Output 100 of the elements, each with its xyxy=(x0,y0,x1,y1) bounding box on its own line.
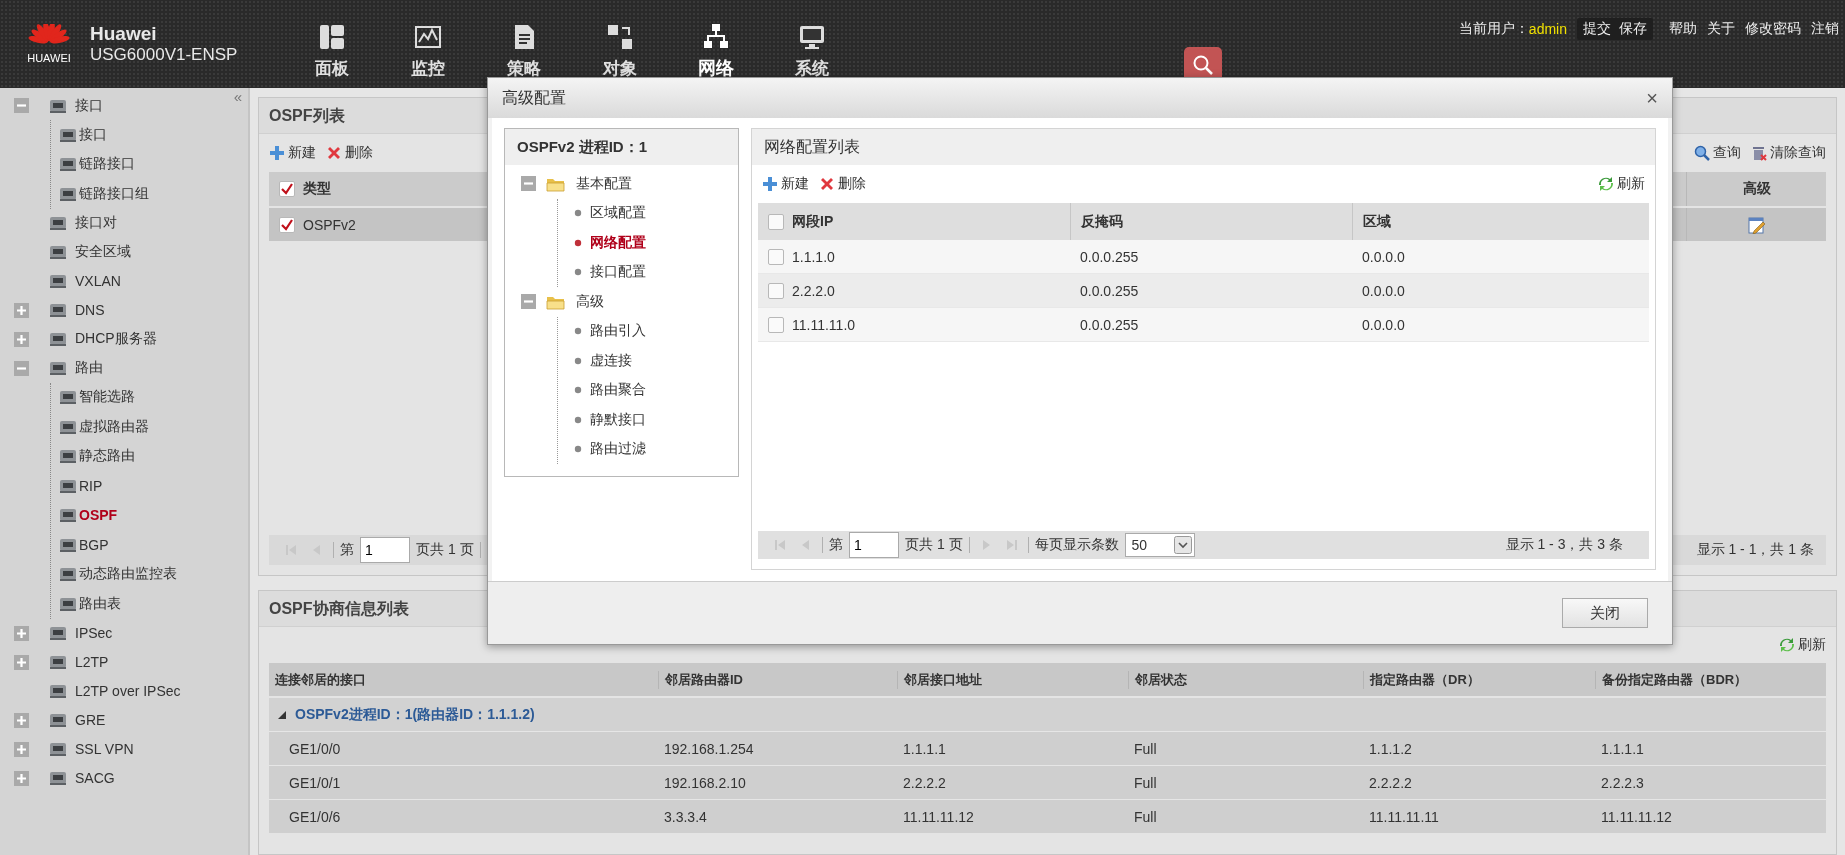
collapse-toggle[interactable] xyxy=(14,98,29,113)
last-page-icon[interactable] xyxy=(1004,538,1019,552)
sidebar-item[interactable]: 接口 xyxy=(75,96,103,115)
device-icon xyxy=(59,155,77,174)
sidebar-item[interactable]: 路由 xyxy=(75,359,103,377)
sidebar-item[interactable]: VXLAN xyxy=(75,273,121,289)
caret-icon[interactable] xyxy=(277,709,287,720)
tree-item[interactable]: 接口配置 xyxy=(590,263,646,282)
tree-item[interactable]: 静默接口 xyxy=(590,410,646,429)
sidebar-item[interactable]: IPSec xyxy=(75,625,113,641)
device-icon xyxy=(49,272,67,290)
nav-tab[interactable]: 监控 xyxy=(380,23,476,80)
tree-item[interactable]: 虚连接 xyxy=(590,351,632,370)
collapse-toggle[interactable] xyxy=(14,360,29,376)
brand-name: Huawei xyxy=(90,23,158,45)
sidebar-item[interactable]: 虚拟路由器 xyxy=(79,417,149,436)
collapse-toggle[interactable] xyxy=(521,176,536,192)
user-name: admin xyxy=(1528,21,1567,37)
page-field[interactable]: 1 xyxy=(360,537,410,563)
nav-tab[interactable]: 对象 xyxy=(572,23,668,80)
close-dialog-button[interactable]: 关闭 xyxy=(1562,598,1648,628)
expand-toggle[interactable] xyxy=(14,712,29,728)
sidebar-item[interactable]: 接口 xyxy=(79,125,107,144)
sidebar-item[interactable]: SACG xyxy=(75,770,115,786)
tree-item[interactable]: 基本配置 xyxy=(576,174,632,193)
refresh-button[interactable]: 刷新 xyxy=(1779,636,1826,654)
table-cell-text: 192.168.1.254 xyxy=(663,740,755,757)
delete-button[interactable]: 删除 xyxy=(819,175,866,193)
device-icon xyxy=(49,682,67,700)
network-icon xyxy=(702,22,730,50)
new-button[interactable]: 新建 xyxy=(762,175,809,193)
header-link[interactable]: 注销 xyxy=(1811,20,1839,38)
table-cell-text: Full xyxy=(1133,774,1158,791)
sidebar-item[interactable]: OSPF xyxy=(79,507,118,524)
table-cell-text: 2.2.2.2 xyxy=(1368,774,1413,791)
tree-item[interactable]: 高级 xyxy=(576,292,604,311)
page-label: 第 xyxy=(340,541,354,559)
checkbox[interactable] xyxy=(279,216,295,233)
bullet-icon xyxy=(574,445,582,454)
header-link[interactable]: 保存 xyxy=(1619,20,1647,38)
select-all-checkbox[interactable] xyxy=(768,213,784,230)
nav-tab[interactable]: 网络 xyxy=(668,22,764,80)
sidebar-item[interactable]: 智能选路 xyxy=(79,388,135,407)
sidebar-item[interactable]: BGP xyxy=(79,536,109,553)
sidebar-item[interactable]: GRE xyxy=(75,712,106,728)
sidebar-item[interactable]: L2TP xyxy=(75,654,109,670)
sidebar-item[interactable]: RIP xyxy=(79,477,103,494)
page-field[interactable]: 1 xyxy=(849,532,899,558)
table-cell: 0.0.0.255 xyxy=(1080,248,1139,265)
bullet-icon xyxy=(574,415,582,424)
tree-item[interactable]: 网络配置 xyxy=(590,233,646,252)
sidebar-item[interactable]: 链路接口组 xyxy=(79,184,149,203)
column-header: 反掩码 xyxy=(1081,212,1123,231)
checkmark-icon xyxy=(281,218,293,231)
table-cell: 0.0.0.0 xyxy=(1362,282,1405,299)
tree-item[interactable]: 路由过滤 xyxy=(590,440,646,459)
sidebar-item[interactable]: 路由表 xyxy=(79,594,121,613)
expand-toggle[interactable] xyxy=(14,741,29,757)
device-icon xyxy=(49,301,67,319)
table-cell: 1.1.1.0 xyxy=(792,248,835,265)
bullet-icon xyxy=(574,327,582,336)
clear-query-button[interactable]: 清除查询 xyxy=(1751,144,1826,162)
sidebar-item[interactable]: 动态路由监控表 xyxy=(79,565,177,584)
expand-toggle[interactable] xyxy=(14,302,29,318)
expand-toggle[interactable] xyxy=(14,770,29,786)
select-all-checkbox[interactable] xyxy=(279,181,295,197)
sidebar-item[interactable]: 链路接口 xyxy=(79,155,135,174)
expand-toggle[interactable] xyxy=(14,331,29,347)
sidebar-item[interactable]: 静态路由 xyxy=(79,447,135,466)
bullet-icon xyxy=(574,238,582,247)
checkbox[interactable] xyxy=(768,248,784,265)
header-link[interactable]: 关于 xyxy=(1707,20,1735,38)
query-button[interactable]: 查询 xyxy=(1694,144,1741,162)
collapse-toggle[interactable] xyxy=(521,294,536,310)
header-link[interactable]: 帮助 xyxy=(1669,20,1697,38)
first-page-icon[interactable] xyxy=(773,538,787,552)
header-link[interactable]: 提交 xyxy=(1583,20,1611,38)
checkbox[interactable] xyxy=(768,316,784,333)
tree-item[interactable]: 路由聚合 xyxy=(590,381,646,400)
sidebar-item[interactable]: SSL VPN xyxy=(75,741,134,757)
new-button[interactable]: 新建 xyxy=(269,144,316,162)
refresh-button[interactable]: 刷新 xyxy=(1598,175,1645,193)
tree-item[interactable]: 区域配置 xyxy=(590,204,646,223)
edit-icon[interactable] xyxy=(1747,215,1766,234)
sidebar-item[interactable]: DHCP服务器 xyxy=(75,330,157,348)
trash-icon xyxy=(1751,145,1767,161)
page-size-dropdown[interactable]: 50 xyxy=(1124,533,1195,557)
sidebar-item[interactable]: 安全区域 xyxy=(75,243,131,261)
delete-button[interactable]: 删除 xyxy=(326,144,373,162)
expand-toggle[interactable] xyxy=(14,654,29,670)
expand-toggle[interactable] xyxy=(14,625,29,641)
sidebar-item[interactable]: 接口对 xyxy=(75,214,117,232)
checkbox[interactable] xyxy=(768,282,784,299)
table-cell-text: GE1/0/0 xyxy=(288,740,342,757)
sidebar-item[interactable]: DNS xyxy=(75,302,105,318)
tree-item[interactable]: 路由引入 xyxy=(590,322,646,341)
device-icon xyxy=(49,624,67,642)
header-link[interactable]: 修改密码 xyxy=(1745,20,1801,38)
nav-tab[interactable]: 面板 xyxy=(284,23,380,80)
sidebar-item[interactable]: L2TP over IPSec xyxy=(75,683,181,699)
